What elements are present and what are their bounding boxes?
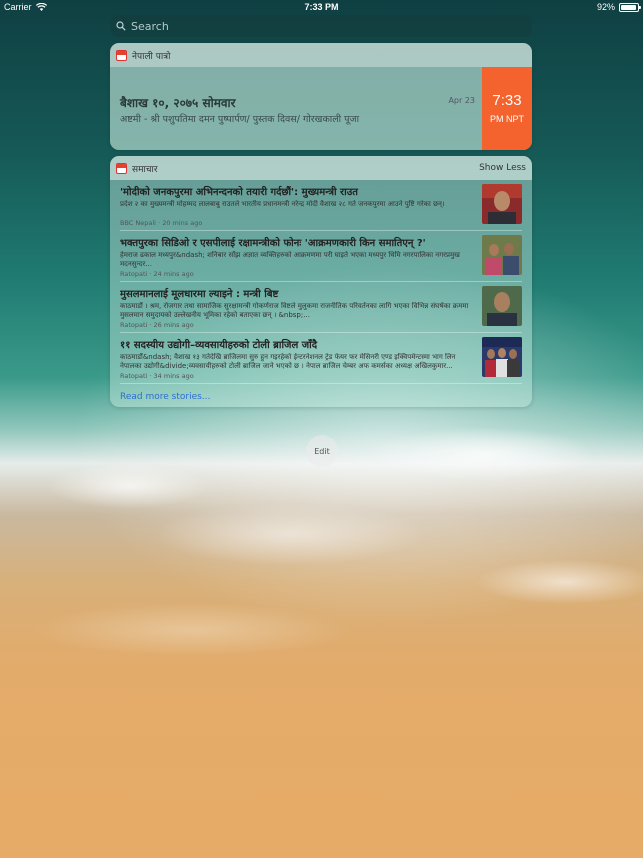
status-right: 92% xyxy=(596,2,641,12)
news-item[interactable]: 'मोदीको जनकपुरमा अभिनन्दनको तयारी गर्दछौ… xyxy=(120,180,522,231)
news-list: 'मोदीको जनकपुरमा अभिनन्दनको तयारी गर्दछौ… xyxy=(110,180,532,384)
calendar-english-date: Apr 23 xyxy=(448,96,475,105)
edit-button[interactable]: Edit xyxy=(306,435,338,467)
search-icon xyxy=(116,21,126,31)
calendar-date-title: बैशाख १०, २०७५ सोमवार xyxy=(120,96,236,110)
news-excerpt: प्रदेश २ का मुख्यमन्त्री मोहम्मद लालबाबु… xyxy=(120,200,445,208)
calendar-app-icon xyxy=(116,49,127,61)
portrait-thumbnail-image xyxy=(482,286,522,326)
news-title: मुसलमानलाई मूलधारमा ल्याइने : मन्त्री बि… xyxy=(120,289,279,300)
news-thumbnail xyxy=(482,286,522,326)
news-title: भक्तपुरका सिडिओ र एसपीलाई रक्षामन्त्रीको… xyxy=(120,238,426,249)
calendar-widget-header: नेपाली पात्रो xyxy=(110,43,532,67)
time-value: 7:33 xyxy=(492,92,522,109)
time-badge: 7:33 PM NPT xyxy=(482,67,532,150)
news-meta: Ratopati · 26 mins ago xyxy=(120,321,194,329)
news-excerpt: काठमाडौं । श्रम, रोजगार तथा सामाजिक सुरक… xyxy=(120,302,469,319)
time-zone: PM NPT xyxy=(489,114,524,124)
news-thumbnail xyxy=(482,337,522,377)
news-thumbnail xyxy=(482,184,522,224)
status-time: 7:33 PM xyxy=(304,2,339,12)
search-input[interactable]: Search xyxy=(110,15,532,37)
news-title: ११ सदस्यीय उद्योगी–व्यवसायीहरुको टोली ब्… xyxy=(120,340,318,351)
calendar-app-name: नेपाली पात्रो xyxy=(132,51,171,62)
read-more-link[interactable]: Read more stories... xyxy=(110,384,532,407)
portrait-thumbnail-image xyxy=(482,184,522,224)
battery-icon xyxy=(619,2,641,12)
news-widget-header: समाचार Show Less xyxy=(110,156,532,180)
news-app-icon xyxy=(116,162,127,174)
group-thumbnail-image xyxy=(482,235,522,275)
news-item[interactable]: भक्तपुरका सिडिओ र एसपीलाई रक्षामन्त्रीको… xyxy=(120,231,522,282)
news-item[interactable]: मुसलमानलाई मूलधारमा ल्याइने : मन्त्री बि… xyxy=(120,282,522,333)
news-meta: BBC Nepali · 20 mins ago xyxy=(120,219,203,227)
calendar-widget[interactable]: नेपाली पात्रो बैशाख १०, २०७५ सोमवार अष्ट… xyxy=(110,43,532,150)
news-item[interactable]: ११ सदस्यीय उद्योगी–व्यवसायीहरुको टोली ब्… xyxy=(120,333,522,384)
battery-percent: 92% xyxy=(596,2,615,12)
news-meta: Ratopati · 34 mins ago xyxy=(120,372,194,380)
calendar-widget-body[interactable]: बैशाख १०, २०७५ सोमवार अष्टमी - श्री पशुप… xyxy=(110,67,532,150)
news-app-name: समाचार xyxy=(132,164,158,175)
news-widget: समाचार Show Less 'मोदीको जनकपुरमा अभिनन्… xyxy=(110,156,532,407)
news-meta: Ratopati · 24 mins ago xyxy=(120,270,194,278)
status-bar: Carrier 7:33 PM 92% xyxy=(0,0,643,14)
news-excerpt: हेमराज ढकाल मध्यपुर&ndash; शनिबार साँझ अ… xyxy=(120,251,460,268)
news-thumbnail xyxy=(482,235,522,275)
search-placeholder: Search xyxy=(131,19,169,33)
news-title: 'मोदीको जनकपुरमा अभिनन्दनको तयारी गर्दछौ… xyxy=(120,187,358,198)
battery-fill xyxy=(621,4,636,10)
show-less-button[interactable]: Show Less xyxy=(479,163,526,173)
group-thumbnail-image xyxy=(482,337,522,377)
news-excerpt: काठमाडौं&ndash; वैशाख १३ गतेदेखि ब्राजिल… xyxy=(120,353,456,370)
calendar-events: अष्टमी - श्री पशुपतिमा दमन पुष्पार्पण/ प… xyxy=(120,114,360,125)
edit-label: Edit xyxy=(314,446,330,456)
